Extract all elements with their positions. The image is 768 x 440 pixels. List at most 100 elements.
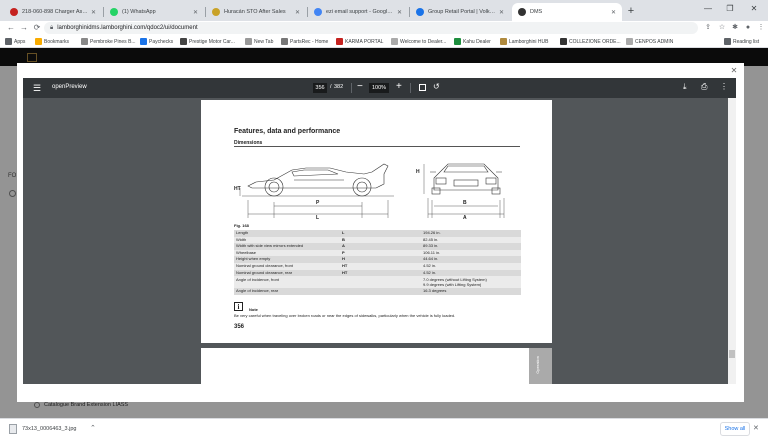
apps-grid-icon [5,38,12,45]
row-name: Width with side view mirrors extended [234,243,340,250]
hamburger-menu-icon[interactable]: ☰ [33,83,41,93]
dimensions-figure: HT P L H B A [234,163,505,220]
next-document-page: Operation [201,348,552,384]
viewer-title: openPreview [52,84,87,90]
download-icon[interactable]: ⤓ [683,82,687,92]
chrome-menu-icon[interactable]: ⋮ [755,22,767,34]
bookmark-kahu[interactable]: Kahu Dealer [454,37,491,46]
profile-icon[interactable]: ● [742,22,754,34]
row-value: 4.52 in. [421,262,521,270]
tab-label: Group Retail Portal | Volkswagen [428,9,496,15]
page-separator: / [330,84,332,90]
bookmark-label: Bookmarks [44,38,70,45]
tab-favicon-icon [10,8,18,16]
tab-label: (1) WhatsApp [122,9,156,15]
car-front-view-icon [430,163,502,195]
lock-icon: 🔒︎ [50,24,54,31]
viewer-toolbar: ☰ openPreview 356 / 382 − 100% + ↺ ⤓ ⎙ ⋮ [23,78,736,98]
bookmark-welcome[interactable]: Welcome to Dealer... [391,37,446,46]
extensions-icon[interactable]: ✱ [729,22,741,34]
tab-close-icon[interactable]: ✕ [91,9,96,16]
label-l: L [316,215,319,220]
tab-label: Huracán STO After Sales [224,9,286,15]
bookmark-newtab[interactable]: New Tab [245,37,273,46]
table-row: Width B 82.45 in. [234,236,521,244]
bookmark-label: Pembroke Pines B... [90,38,136,45]
reload-icon[interactable]: ⟳ [31,22,43,34]
bookmark-cenpos[interactable]: CENPOS ADMIN [626,37,673,46]
tab-close-icon[interactable]: ✕ [611,9,616,16]
bookmark-pembroke[interactable]: Pembroke Pines B... [81,37,136,46]
address-bar[interactable]: 🔒︎ lamborghinidms.lamborghini.com/qdoc2/… [44,22,698,34]
page-number-input[interactable]: 356 [313,83,327,93]
tab-favicon-icon [110,8,118,16]
row-value: 44.64 in. [421,256,521,263]
tab-label: DMS [530,9,543,15]
bookmark-bookmarks[interactable]: Bookmarks [35,37,69,46]
fit-page-icon[interactable] [419,84,426,91]
tab-label: 218-060-898 Charger Assembly [22,9,88,15]
folder-icon [35,38,42,45]
dimensions-table: Length L 194.26 in. Width B 82.45 in. Width … [234,230,521,295]
tab-close-icon[interactable]: ✕ [499,9,504,16]
browser-tab-5[interactable]: Group Retail Portal | Volkswagen ✕ [410,3,510,21]
bookmark-favicon-icon [245,38,252,45]
download-bar-close-icon[interactable]: ✕ [753,424,759,432]
show-all-button[interactable]: Show all [720,422,750,436]
chevron-up-icon[interactable]: ⌃ [90,424,96,432]
bookmark-partsrec[interactable]: PartsRec - Home [281,37,328,46]
bookmarks-bar: Apps Bookmarks Pembroke Pines B... Paych… [0,35,768,48]
bookmark-prestige[interactable]: Prestige Motor Car... [180,37,235,46]
rotate-icon[interactable]: ↺ [433,82,440,92]
row-name: Angle of incidence, front [234,276,340,289]
row-name: Length [234,230,340,237]
bookmark-label: Prestige Motor Car... [189,38,235,45]
bookmark-label: COLLEZIONE ORDE... [569,38,621,45]
browser-tab-1[interactable]: 218-060-898 Charger Assembly ✕ [4,3,102,21]
more-vert-icon[interactable]: ⋮ [720,82,728,92]
bookmark-apps[interactable]: Apps [5,37,25,46]
browser-tab-3[interactable]: Huracán STO After Sales ✕ [206,3,306,21]
browser-tab-4[interactable]: ezi email support - Google Sea ✕ [308,3,408,21]
browser-tab-6-active[interactable]: DMS ✕ [512,3,622,21]
bookmark-paychecks[interactable]: Paychecks [140,37,173,46]
table-row: Width with side view mirrors extended A 89… [234,243,521,250]
tab-close-icon[interactable]: ✕ [193,9,198,16]
label-ht: HT [234,186,241,192]
bookmark-star-icon[interactable]: ☆ [716,22,728,34]
tab-favicon-icon [314,8,322,16]
bookmark-label: Kahu Dealer [463,38,491,45]
modal-close-icon[interactable]: ✕ [729,66,739,76]
forward-arrow-icon[interactable]: → [18,22,30,34]
table-row: Nominal ground clearance, front HT 4.52 in… [234,262,521,270]
print-icon[interactable]: ⎙ [701,82,707,92]
reading-list[interactable]: Reading list [724,37,759,46]
bookmark-label: Paychecks [149,38,174,45]
viewer-scrollbar[interactable] [728,98,736,384]
scrollbar-thumb[interactable] [729,350,735,358]
zoom-in-icon[interactable]: + [396,81,402,93]
bookmark-favicon-icon [626,38,633,45]
zoom-out-icon[interactable]: − [357,81,363,93]
share-icon[interactable]: ⇪ [702,22,714,34]
new-tab-plus-icon[interactable]: + [624,4,638,18]
download-file-name[interactable]: 73x13_0006463_3.jpg [22,426,76,432]
browser-tab-2[interactable]: (1) WhatsApp ✕ [104,3,204,21]
window-close-icon[interactable]: ✕ [744,4,764,13]
maximize-icon[interactable]: ❐ [720,4,740,13]
doc-page-number: 356 [234,324,245,330]
bookmark-collezione[interactable]: COLLEZIONE ORDE... [560,37,621,46]
bookmark-lamborghini-hub[interactable]: Lamborghini HUB [500,37,548,46]
minimize-icon[interactable]: — [698,4,718,13]
zoom-level-input[interactable]: 100% [369,83,389,93]
bookmark-label: KARMA PORTAL [345,38,384,45]
bookmark-label: Lamborghini HUB [509,38,549,45]
label-b: B [463,200,467,206]
bookmark-label: Apps [14,38,26,45]
bookmark-karma[interactable]: KARMA PORTAL [336,37,383,46]
back-arrow-icon[interactable]: ← [5,22,17,34]
bookmark-favicon-icon [180,38,187,45]
tab-close-icon[interactable]: ✕ [397,9,402,16]
tab-close-icon[interactable]: ✕ [295,9,300,16]
table-row: Wheelbase P 106.11 in. [234,249,521,257]
